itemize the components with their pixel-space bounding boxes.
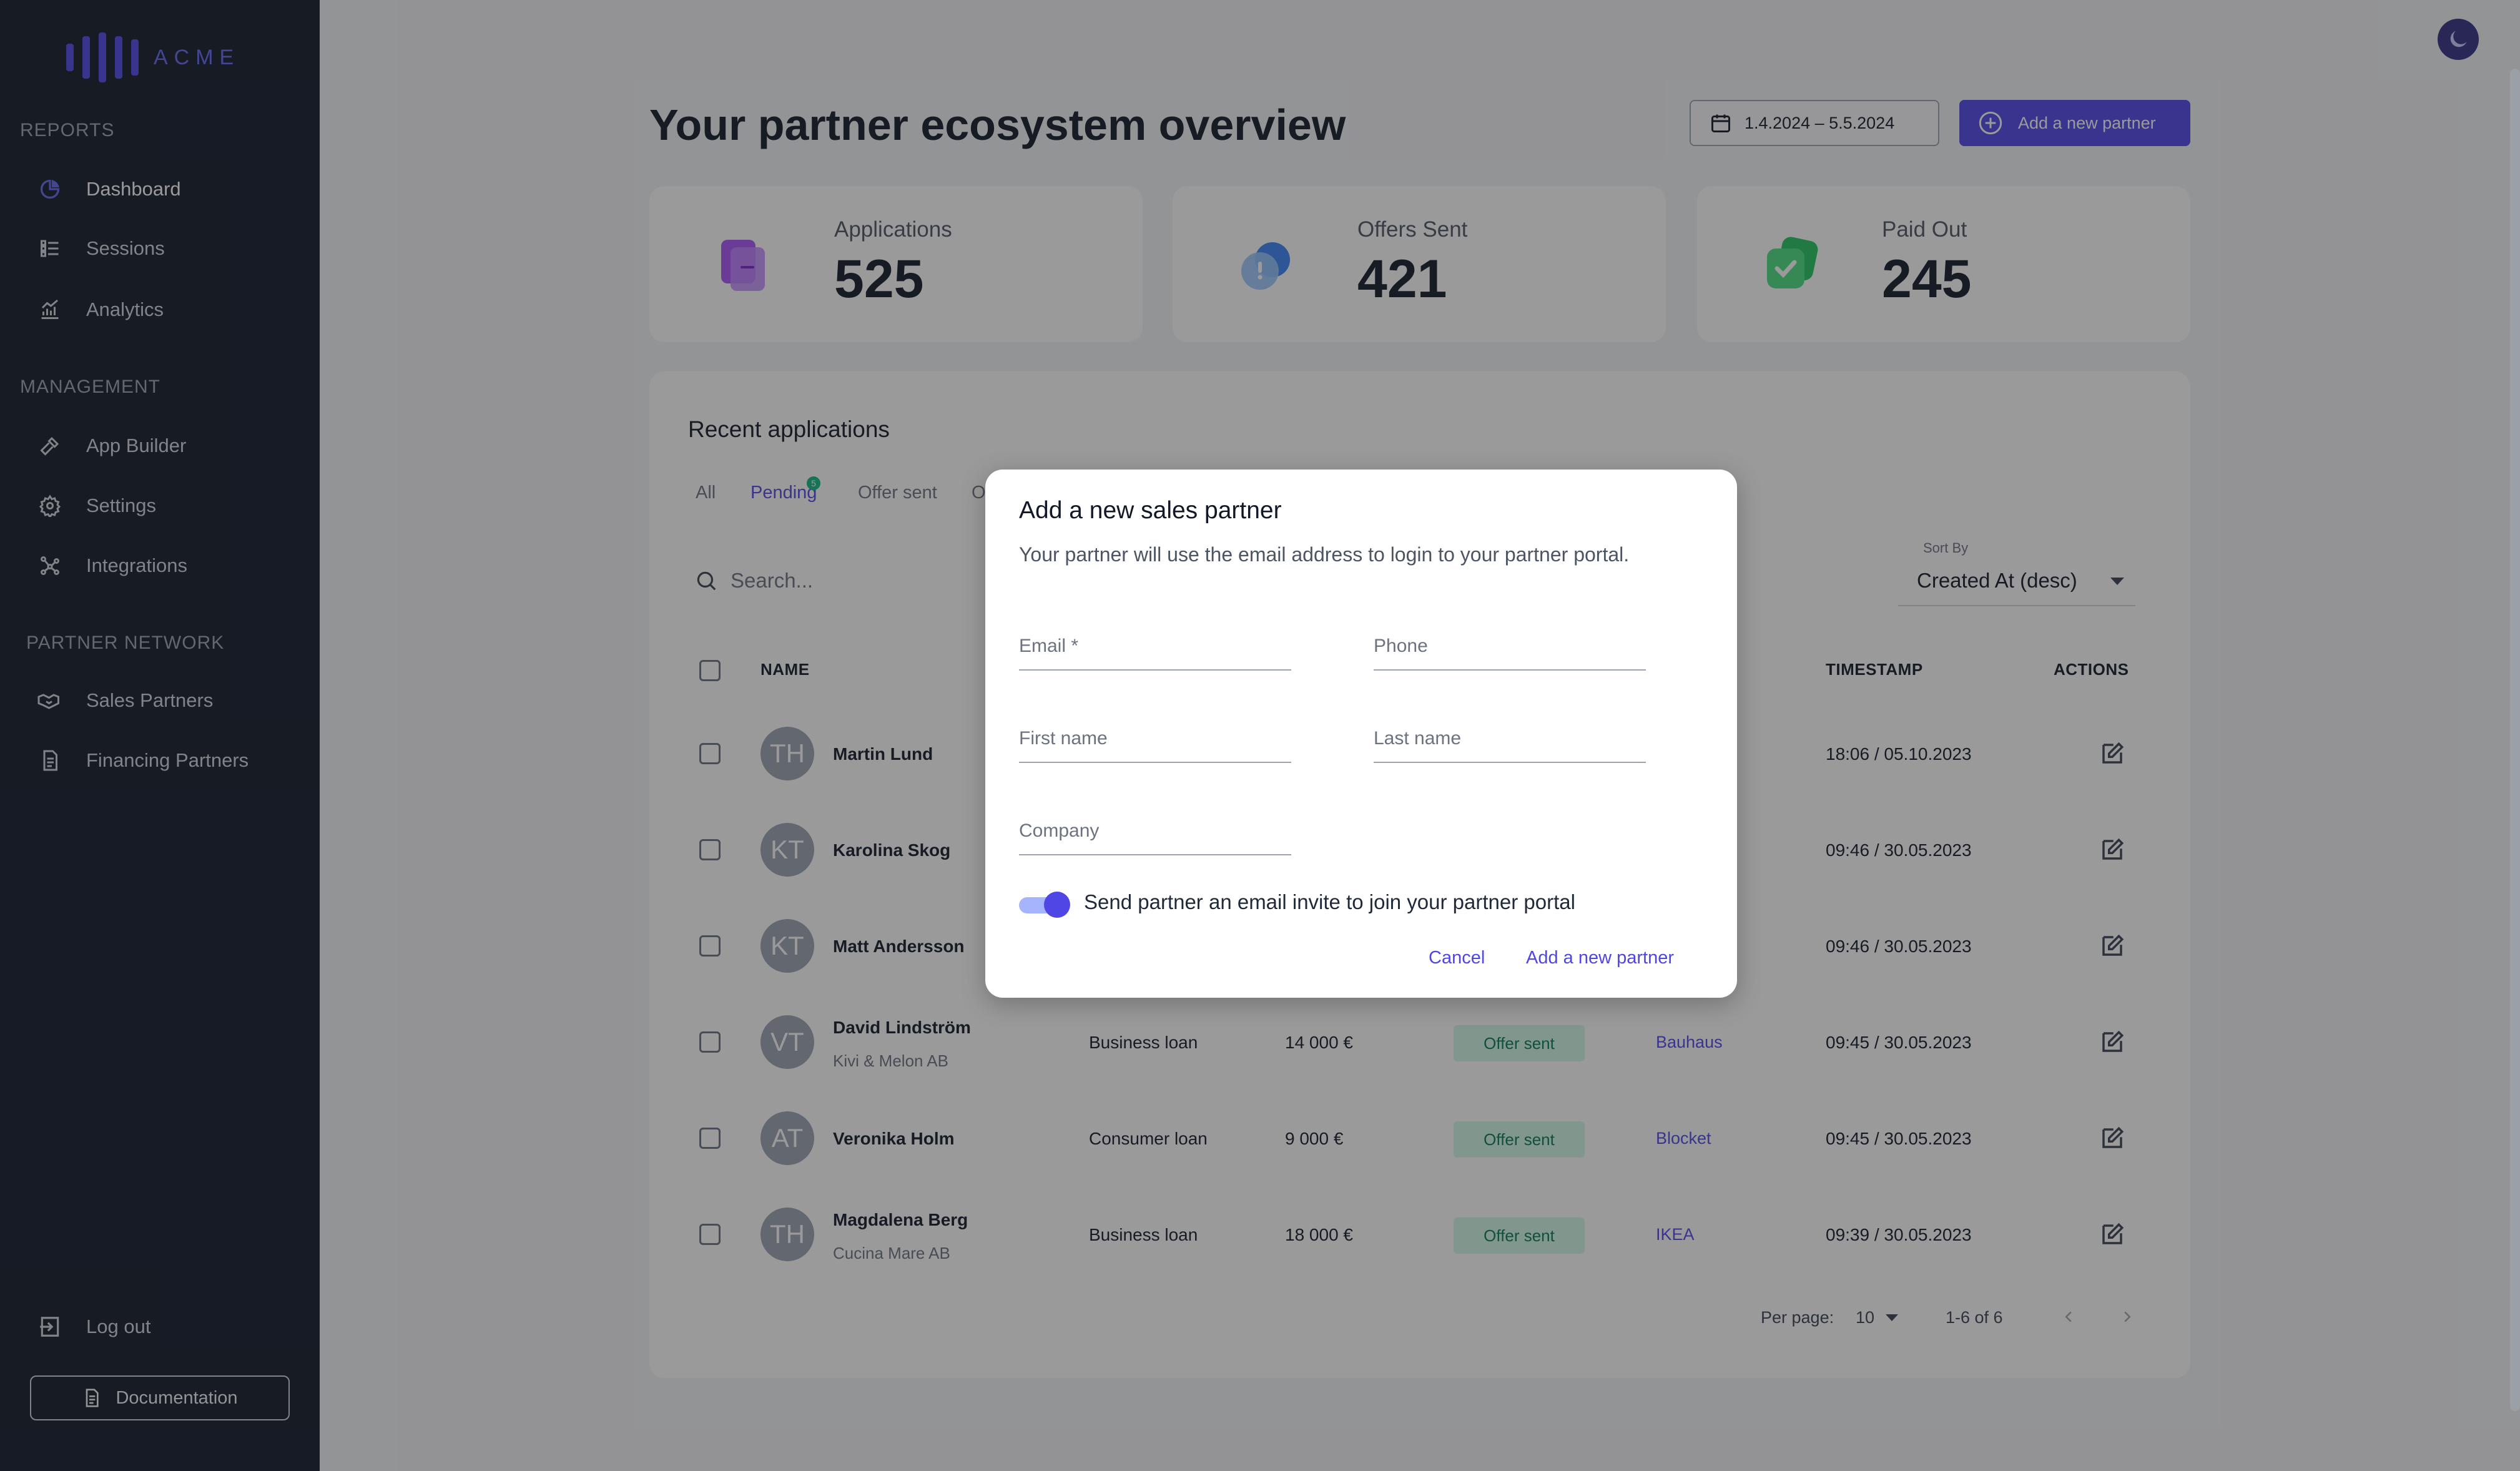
dialog-title: Add a new sales partner <box>1019 497 1282 524</box>
company-input[interactable] <box>1019 820 1291 842</box>
email-invite-toggle[interactable] <box>1019 891 1070 918</box>
email-invite-label: Send partner an email invite to join you… <box>1084 890 1575 913</box>
add-sales-partner-dialog: Add a new sales partner Your partner wil… <box>985 470 1737 998</box>
last-name-input[interactable] <box>1374 728 1646 749</box>
first-name-field[interactable] <box>1019 719 1291 763</box>
phone-input[interactable] <box>1374 636 1646 657</box>
page-scrollbar[interactable] <box>2510 69 2520 1411</box>
company-field[interactable] <box>1019 812 1291 855</box>
dialog-subtitle: Your partner will use the email address … <box>1019 543 1630 566</box>
phone-field[interactable] <box>1374 627 1646 671</box>
toggle-thumb <box>1044 892 1070 918</box>
last-name-field[interactable] <box>1374 719 1646 763</box>
first-name-input[interactable] <box>1019 728 1291 749</box>
add-partner-submit-button[interactable]: Add a new partner <box>1526 948 1674 968</box>
email-input[interactable] <box>1019 636 1291 657</box>
email-field[interactable] <box>1019 627 1291 671</box>
cancel-button[interactable]: Cancel <box>1429 948 1485 968</box>
